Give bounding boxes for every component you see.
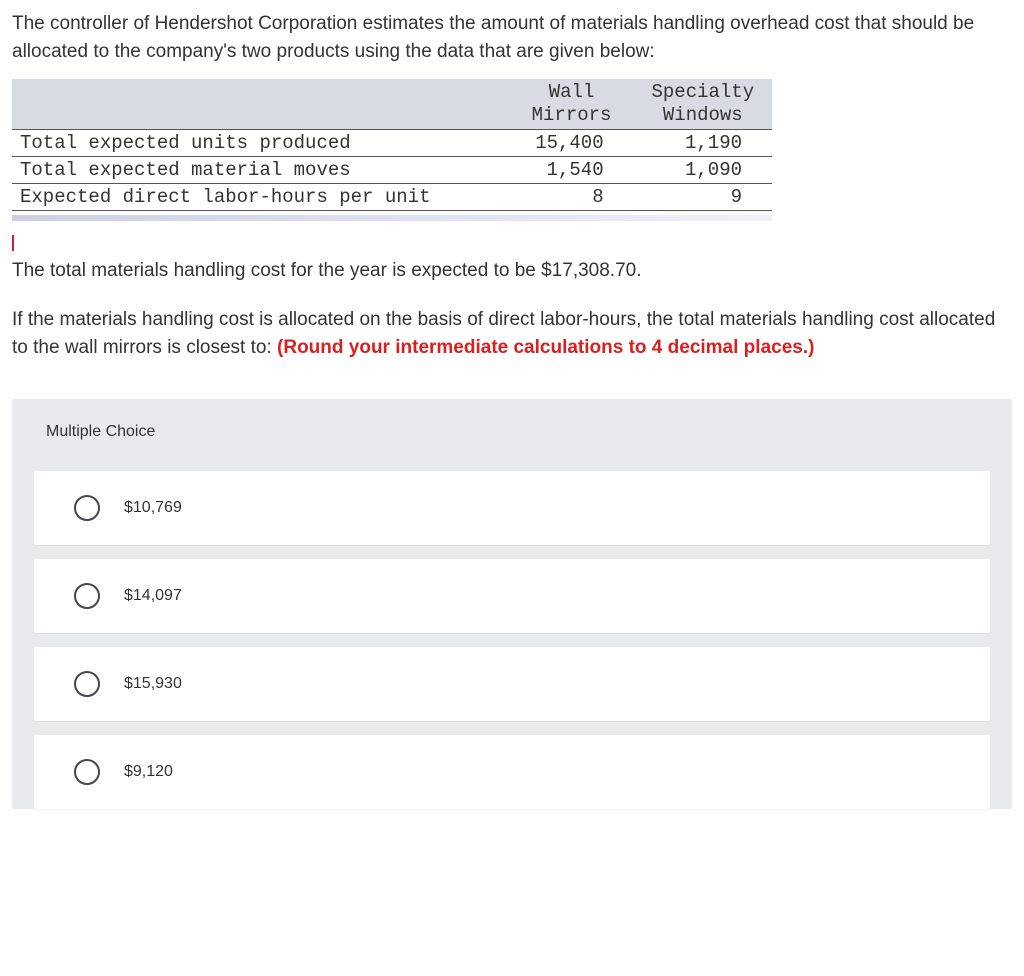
answer-block: Multiple Choice $10,769 $14,097 $15,930 … <box>12 399 1012 809</box>
text-cursor <box>12 235 1012 251</box>
table-header-col1-line2: Mirrors <box>517 104 625 127</box>
row-value: 1,090 <box>634 156 772 183</box>
row-value: 8 <box>509 183 633 210</box>
radio-icon[interactable] <box>74 583 100 609</box>
option-label: $9,120 <box>124 763 173 781</box>
table-header-col1: Wall Mirrors <box>509 79 633 129</box>
option-a[interactable]: $10,769 <box>34 471 990 545</box>
row-value: 15,400 <box>509 129 633 156</box>
row-value: 9 <box>634 183 772 210</box>
radio-icon[interactable] <box>74 671 100 697</box>
data-table-wrapper: Wall Mirrors Specialty Windows Total exp… <box>12 79 772 211</box>
row-value: 1,190 <box>634 129 772 156</box>
table-row: Expected direct labor-hours per unit 8 9 <box>12 183 772 210</box>
table-row: Total expected units produced 15,400 1,1… <box>12 129 772 156</box>
row-label: Total expected material moves <box>12 156 509 183</box>
row-label: Total expected units produced <box>12 129 509 156</box>
row-label: Expected direct labor-hours per unit <box>12 183 509 210</box>
option-c[interactable]: $15,930 <box>34 647 990 721</box>
table-header-col2-line2: Windows <box>642 104 764 127</box>
option-label: $14,097 <box>124 587 182 605</box>
multiple-choice-heading: Multiple Choice <box>12 399 1012 457</box>
table-row: Total expected material moves 1,540 1,09… <box>12 156 772 183</box>
table-header-col1-line1: Wall <box>517 81 625 104</box>
data-table: Wall Mirrors Specialty Windows Total exp… <box>12 79 772 211</box>
radio-icon[interactable] <box>74 759 100 785</box>
mid-text-2: If the materials handling cost is alloca… <box>0 304 1024 363</box>
table-header-col2-line1: Specialty <box>642 81 764 104</box>
option-d[interactable]: $9,120 <box>34 735 990 809</box>
option-b[interactable]: $14,097 <box>34 559 990 633</box>
table-header-col2: Specialty Windows <box>634 79 772 129</box>
row-value: 1,540 <box>509 156 633 183</box>
question-stem: The controller of Hendershot Corporation… <box>0 0 1024 65</box>
radio-icon[interactable] <box>74 495 100 521</box>
option-label: $15,930 <box>124 675 182 693</box>
mid-text-2b: (Round your intermediate calculations to… <box>277 337 814 358</box>
option-label: $10,769 <box>124 499 182 517</box>
table-scroll-indicator <box>12 215 772 221</box>
mid-text-1: The total materials handling cost for th… <box>0 255 1024 287</box>
table-header-blank <box>12 79 509 129</box>
